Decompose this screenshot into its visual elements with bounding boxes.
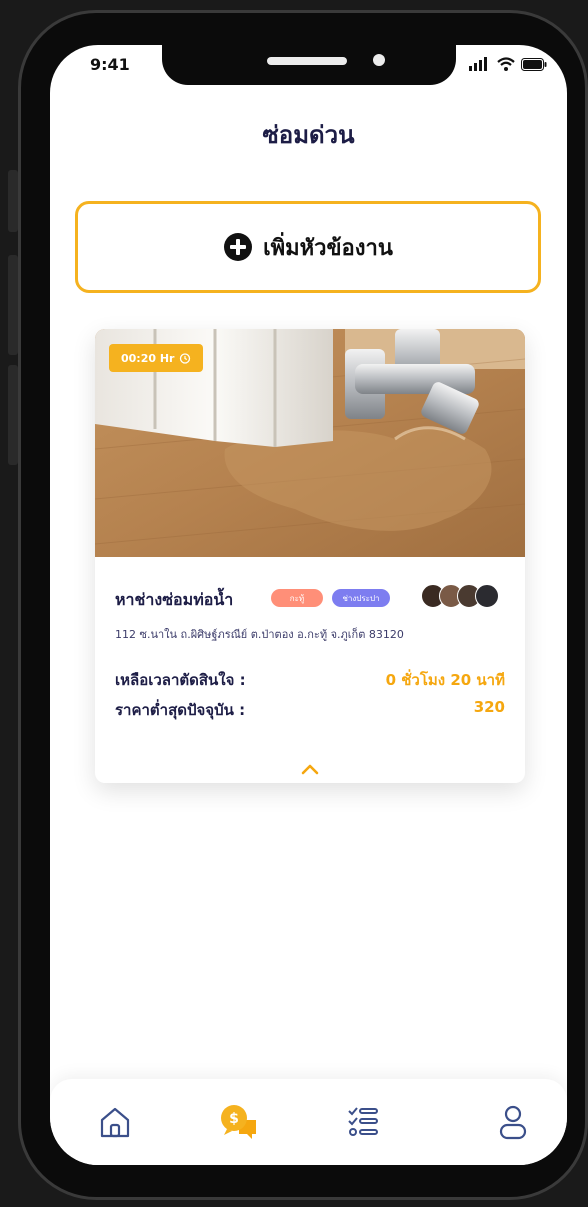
nav-tasks[interactable] [344, 1103, 382, 1141]
speaker [267, 57, 347, 65]
home-icon [100, 1107, 130, 1138]
svg-text:$: $ [229, 1111, 239, 1127]
add-job-button[interactable]: เพิ่มหัวข้องาน [75, 201, 541, 293]
side-button-bottom [8, 365, 18, 465]
wifi-icon [497, 57, 515, 71]
nav-home[interactable] [96, 1103, 134, 1141]
plus-circle-icon [224, 233, 253, 261]
status-time: 9:41 [90, 55, 130, 74]
time-left-value: 0 ชั่วโมง 20 นาที [385, 671, 505, 689]
nav-profile[interactable] [494, 1103, 532, 1141]
side-button-top [8, 170, 18, 232]
nav-chat[interactable]: $ [220, 1103, 258, 1141]
checklist-icon [348, 1107, 378, 1136]
bottom-nav: $ [50, 1079, 567, 1165]
timer-text: 00:20 Hr [121, 351, 175, 365]
avatar [475, 584, 499, 608]
notch [162, 45, 456, 85]
signal-icon [469, 57, 487, 71]
front-camera [373, 54, 385, 66]
battery-icon [521, 57, 547, 71]
tag-category: ช่างประปา [332, 589, 390, 607]
tag-location: กะทู้ [271, 589, 323, 607]
page-title: ซ่อมด่วน [262, 121, 355, 149]
user-icon [499, 1105, 527, 1140]
job-card[interactable]: 00:20 Hr หาช่างซ่อมท่อน้ำ กะทู้ ช่างประป… [95, 329, 525, 783]
bidder-avatars [421, 584, 499, 608]
status-icons [469, 57, 547, 71]
app-screen: 9:41 ซ่อมด่วน เพิ่มหัวข้องาน 00:20 Hr หา… [50, 45, 567, 1165]
timer-badge: 00:20 Hr [109, 344, 204, 372]
chat-coin-icon: $ [221, 1105, 256, 1139]
side-button-middle [8, 255, 18, 355]
price-label: ราคาต่ำสุดปัจจุบัน : [115, 701, 246, 719]
add-job-label: เพิ่มหัวข้องาน [263, 235, 393, 261]
price-value: 320 [473, 698, 505, 716]
alarm-clock-icon [180, 353, 191, 364]
job-title: หาช่างซ่อมท่อน้ำ [115, 590, 234, 609]
time-left-label: เหลือเวลาตัดสินใจ : [115, 671, 246, 689]
chevron-up-icon[interactable] [300, 763, 320, 775]
job-address: 112 ซ.นาใน ถ.ผิศิษฐ์ภรณีย์ ต.ป่าตอง อ.กะ… [115, 628, 404, 641]
